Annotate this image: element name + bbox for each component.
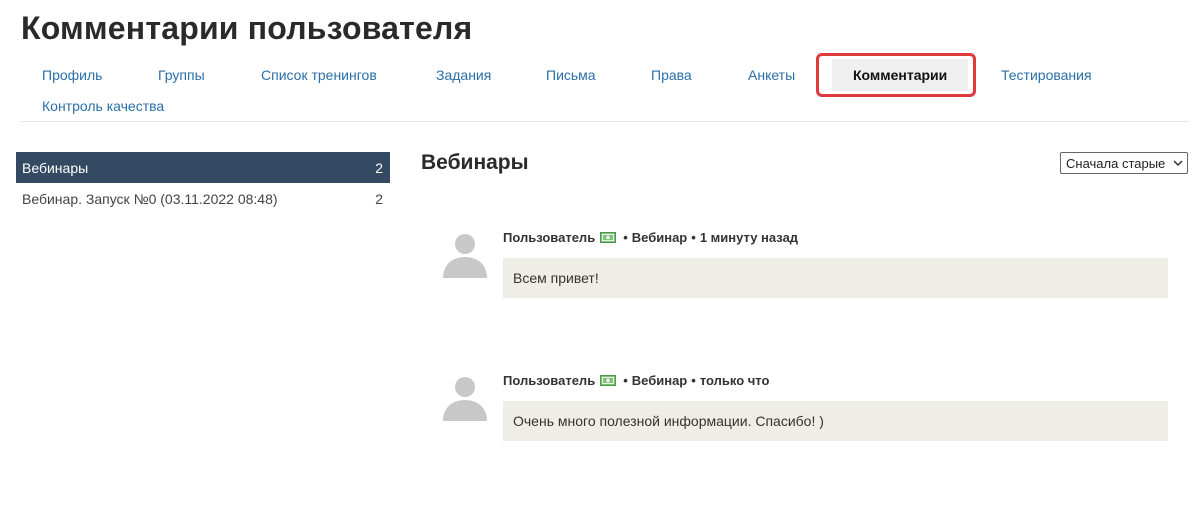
meta-separator: • <box>691 373 696 388</box>
comment-text: Всем привет! <box>503 258 1168 298</box>
comment-author[interactable]: Пользователь <box>503 230 595 245</box>
comment-source[interactable]: Вебинар <box>632 230 688 245</box>
tab-testing[interactable]: Тестирования <box>1001 67 1092 83</box>
comment-meta: Пользователь • Вебинар • 1 минуту назад <box>503 230 798 245</box>
tab-letters[interactable]: Письма <box>546 67 596 83</box>
tabs-nav: Профиль Группы Список тренингов Задания … <box>0 0 1200 122</box>
tab-trainings[interactable]: Список тренингов <box>261 67 377 83</box>
sidebar-item-count: 2 <box>375 190 383 207</box>
tab-surveys[interactable]: Анкеты <box>748 67 795 83</box>
sidebar-item-webinars[interactable]: Вебинары 2 <box>16 152 390 183</box>
section-title: Вебинары <box>421 151 529 174</box>
comment-time: только что <box>699 373 770 388</box>
money-icon <box>600 232 617 243</box>
tab-tasks[interactable]: Задания <box>436 67 491 83</box>
sort-select[interactable]: Сначала старые <box>1060 152 1188 174</box>
tab-groups[interactable]: Группы <box>158 67 205 83</box>
meta-separator: • <box>623 373 628 388</box>
sidebar-item-label: Вебинар. Запуск №0 (03.11.2022 08:48) <box>22 190 278 207</box>
meta-separator: • <box>691 230 696 245</box>
sidebar-item-webinar-launch[interactable]: Вебинар. Запуск №0 (03.11.2022 08:48) 2 <box>16 183 390 214</box>
sidebar-item-count: 2 <box>375 159 383 176</box>
tab-rights[interactable]: Права <box>651 67 692 83</box>
meta-separator: • <box>623 230 628 245</box>
tab-profile[interactable]: Профиль <box>42 67 102 83</box>
sidebar: Вебинары 2 Вебинар. Запуск №0 (03.11.202… <box>16 152 390 214</box>
sort-select-value: Сначала старые <box>1066 155 1166 171</box>
comment-text: Очень много полезной информации. Спасибо… <box>503 401 1168 441</box>
sidebar-item-label: Вебинары <box>22 159 89 176</box>
comment-source[interactable]: Вебинар <box>632 373 688 388</box>
user-avatar-icon <box>443 234 487 278</box>
chevron-down-icon <box>1173 160 1183 167</box>
comment-meta: Пользователь • Вебинар • только что <box>503 373 769 388</box>
comment-time: 1 минуту назад <box>699 230 799 245</box>
money-icon <box>600 375 617 386</box>
tabs-divider <box>21 121 1189 122</box>
tab-quality-control[interactable]: Контроль качества <box>42 98 164 114</box>
comment-author[interactable]: Пользователь <box>503 373 595 388</box>
user-avatar-icon <box>443 377 487 421</box>
active-tab-highlight <box>816 53 976 97</box>
